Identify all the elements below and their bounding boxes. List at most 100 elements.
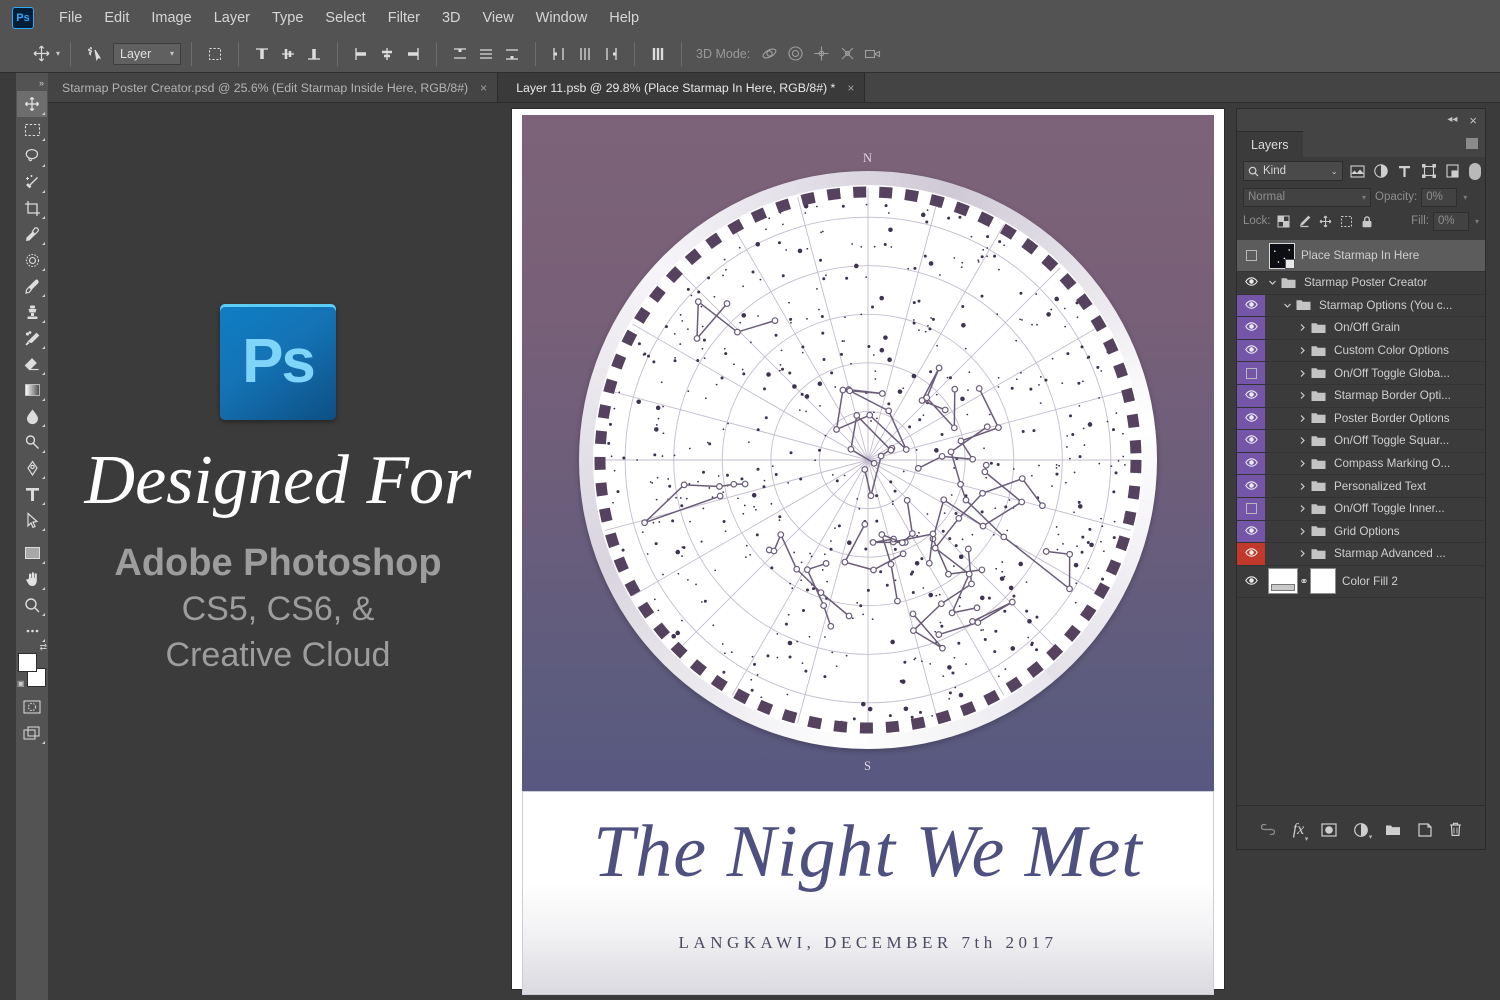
layer-list[interactable]: Place Starmap In HereStarmap Poster Crea…: [1237, 240, 1485, 805]
link-layers-icon[interactable]: [1260, 824, 1276, 835]
layer-row[interactable]: On/Off Toggle Globa...: [1237, 362, 1485, 385]
tab-layers[interactable]: Layers: [1237, 131, 1303, 157]
reset-colors-icon[interactable]: ▣: [17, 679, 25, 688]
tool-eyedropper[interactable]: [17, 221, 47, 247]
chevron-right-icon[interactable]: [1295, 391, 1309, 400]
tool-path-selection[interactable]: [17, 507, 47, 533]
auto-select-target-dropdown[interactable]: Layer ▾: [113, 43, 181, 65]
chevron-right-icon[interactable]: [1295, 549, 1309, 558]
color-swatches[interactable]: ⇄ ▣: [17, 653, 47, 687]
layer-visibility-off-icon[interactable]: [1237, 240, 1265, 271]
layer-row[interactable]: On/Off Grain: [1237, 317, 1485, 340]
layer-row[interactable]: On/Off Toggle Squar...: [1237, 430, 1485, 453]
distribute-top-edges-icon[interactable]: [447, 42, 473, 66]
panel-menu-icon[interactable]: [1466, 138, 1478, 149]
chevron-right-icon[interactable]: [1295, 414, 1309, 423]
distribute-right-edges-icon[interactable]: [598, 42, 624, 66]
layer-visibility-off-icon[interactable]: [1237, 498, 1265, 520]
filter-smart-object-icon[interactable]: [1443, 162, 1462, 181]
filter-kind-dropdown[interactable]: Kind ⌄: [1243, 161, 1343, 181]
menu-item-type[interactable]: Type: [261, 6, 314, 30]
align-top-edges-icon[interactable]: [249, 42, 275, 66]
layer-visibility-eye-icon[interactable]: [1237, 272, 1265, 294]
menu-item-file[interactable]: File: [48, 6, 93, 30]
tool-dodge[interactable]: [17, 429, 47, 455]
chevron-right-icon[interactable]: [1295, 323, 1309, 332]
document-tab-layer-11[interactable]: Layer 11.psb @ 29.8% (Place Starmap In H…: [498, 73, 865, 102]
filter-type-icon[interactable]: [1395, 162, 1414, 181]
distribute-spacing-icon[interactable]: [645, 42, 671, 66]
layer-visibility-eye-icon[interactable]: [1237, 317, 1265, 339]
3d-pan-icon[interactable]: [808, 42, 834, 66]
3d-slide-icon[interactable]: [834, 42, 860, 66]
tool-gradient[interactable]: [17, 377, 47, 403]
move-tool-option[interactable]: ▾: [28, 42, 60, 66]
foreground-color-swatch[interactable]: [18, 653, 37, 672]
distribute-left-edges-icon[interactable]: [546, 42, 572, 66]
tool-magic-wand[interactable]: [17, 169, 47, 195]
layer-mask-thumbnail[interactable]: [1310, 568, 1336, 594]
3d-camera-icon[interactable]: [860, 42, 886, 66]
quick-mask-toggle[interactable]: [17, 694, 47, 720]
distribute-bottom-edges-icon[interactable]: [499, 42, 525, 66]
close-icon[interactable]: ×: [847, 81, 854, 95]
layer-row[interactable]: Place Starmap In Here: [1237, 240, 1485, 272]
layer-row[interactable]: Custom Color Options: [1237, 340, 1485, 363]
layer-row[interactable]: Starmap Poster Creator: [1237, 272, 1485, 295]
tool-eraser[interactable]: [17, 351, 47, 377]
close-icon[interactable]: ×: [480, 81, 487, 95]
tool-hand[interactable]: [17, 566, 47, 592]
menu-item-help[interactable]: Help: [598, 6, 650, 30]
filter-shape-icon[interactable]: [1419, 162, 1438, 181]
menu-item-filter[interactable]: Filter: [377, 6, 431, 30]
document-window[interactable]: N S The Night We Met LANGKAWI, DECEMBER …: [512, 109, 1224, 989]
show-transform-controls-icon[interactable]: [202, 42, 228, 66]
opacity-stepper-icon[interactable]: ▾: [1463, 193, 1467, 202]
distribute-horizontal-centers-icon[interactable]: [572, 42, 598, 66]
menu-item-image[interactable]: Image: [140, 6, 202, 30]
auto-select-icon[interactable]: [81, 42, 107, 66]
opacity-value-field[interactable]: 0%: [1421, 188, 1457, 207]
tool-crop[interactable]: [17, 195, 47, 221]
layer-visibility-eye-icon[interactable]: [1237, 295, 1265, 317]
tool-brush[interactable]: [17, 273, 47, 299]
3d-roll-icon[interactable]: [782, 42, 808, 66]
distribute-vertical-centers-icon[interactable]: [473, 42, 499, 66]
menu-item-window[interactable]: Window: [525, 6, 599, 30]
tool-rectangular-marquee[interactable]: [17, 117, 47, 143]
tool-edit-toolbar[interactable]: [17, 618, 47, 644]
collapse-panel-icon[interactable]: ◂◂: [1447, 115, 1457, 125]
menu-item-select[interactable]: Select: [314, 6, 376, 30]
3d-orbit-icon[interactable]: [756, 42, 782, 66]
layer-visibility-eye-icon[interactable]: [1237, 566, 1265, 597]
layer-thumbnail[interactable]: [1268, 568, 1298, 594]
chevron-right-icon[interactable]: [1295, 369, 1309, 378]
tool-clone-stamp[interactable]: [17, 299, 47, 325]
lock-all-icon[interactable]: [1359, 213, 1376, 230]
delete-layer-icon[interactable]: [1449, 822, 1462, 837]
new-group-icon[interactable]: [1385, 823, 1401, 836]
chevron-right-icon[interactable]: [1295, 504, 1309, 513]
tool-type[interactable]: [17, 481, 47, 507]
layer-visibility-eye-icon[interactable]: [1237, 475, 1265, 497]
layer-visibility-off-icon[interactable]: [1237, 362, 1265, 384]
align-vertical-centers-icon[interactable]: [275, 42, 301, 66]
tool-move[interactable]: [17, 91, 47, 117]
layer-visibility-eye-icon[interactable]: [1237, 543, 1265, 565]
layer-visibility-eye-icon[interactable]: [1237, 521, 1265, 543]
tool-rectangle[interactable]: [17, 540, 47, 566]
layer-visibility-eye-icon[interactable]: [1237, 453, 1265, 475]
document-tab-starmap-poster-creator[interactable]: Starmap Poster Creator.psd @ 25.6% (Edit…: [44, 73, 498, 102]
layer-row[interactable]: On/Off Toggle Inner...: [1237, 498, 1485, 521]
blend-mode-dropdown[interactable]: Normal ▾: [1243, 188, 1371, 207]
layer-visibility-eye-icon[interactable]: [1237, 340, 1265, 362]
layer-row[interactable]: Starmap Options (You c...: [1237, 295, 1485, 318]
layer-row[interactable]: Starmap Border Opti...: [1237, 385, 1485, 408]
lock-transparent-pixels-icon[interactable]: [1275, 213, 1292, 230]
align-left-edges-icon[interactable]: [348, 42, 374, 66]
menu-item-3d[interactable]: 3D: [431, 6, 472, 30]
chevron-right-icon[interactable]: [1295, 436, 1309, 445]
layer-visibility-eye-icon[interactable]: [1237, 408, 1265, 430]
tool-blur[interactable]: [17, 403, 47, 429]
chevron-right-icon[interactable]: [1295, 346, 1309, 355]
